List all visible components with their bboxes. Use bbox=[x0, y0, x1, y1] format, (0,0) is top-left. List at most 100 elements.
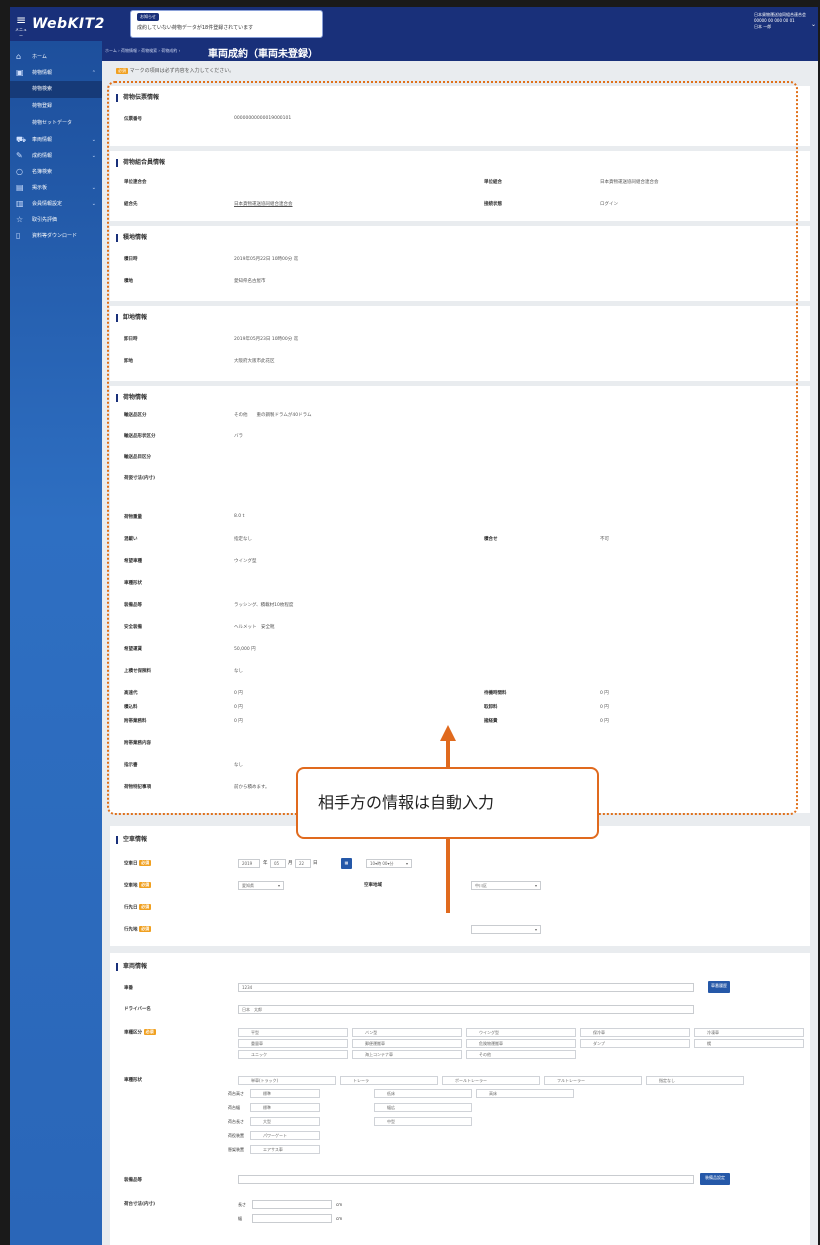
dest-area-select[interactable] bbox=[471, 925, 541, 934]
user-info[interactable]: 日本貨物運送協同組合連合会 00000 00 000 00 01 日本 一郎 bbox=[754, 12, 806, 30]
logo[interactable]: WebKIT2 bbox=[32, 16, 105, 32]
sub-label: 荷台幅 bbox=[228, 1105, 240, 1110]
field-label: 取卸料 bbox=[484, 705, 498, 710]
field-label: 混載い bbox=[124, 537, 138, 542]
sub-option[interactable]: 低床 bbox=[374, 1089, 472, 1098]
width-input[interactable] bbox=[252, 1214, 332, 1223]
dest-place-row: 行先地 必須 bbox=[124, 926, 800, 940]
day-input[interactable]: 22 bbox=[295, 859, 311, 868]
field-value: 指定なし bbox=[234, 537, 252, 542]
dims-row: 荷台寸法(内寸) bbox=[124, 1201, 800, 1215]
vehicle-type-option[interactable]: 幌 bbox=[694, 1039, 804, 1048]
sidebar-item-settings[interactable]: ▥ 会員情報設定 ⌄ bbox=[10, 196, 102, 212]
sub-option[interactable]: 幅広 bbox=[374, 1103, 472, 1112]
year-input[interactable]: 2019 bbox=[238, 859, 260, 868]
required-note: 必須 マークの項目は必ず内容を入力してください。 bbox=[116, 67, 234, 74]
sidebar-item-contract[interactable]: ✎ 成約情報 ⌄ bbox=[10, 148, 102, 164]
vehicle-type-option[interactable]: 平型 bbox=[238, 1028, 348, 1037]
area-select[interactable]: 中川区 bbox=[471, 881, 541, 890]
chevron-down-icon[interactable]: ⌄ bbox=[811, 21, 816, 28]
sidebar-item-home[interactable]: ⌂ ホーム bbox=[10, 49, 102, 65]
equipment-input[interactable] bbox=[238, 1175, 694, 1184]
length-input[interactable] bbox=[252, 1200, 332, 1209]
handshake-icon: ✎ bbox=[16, 151, 23, 160]
vehicle-shape-option[interactable]: 単車(トラック) bbox=[238, 1076, 336, 1085]
chevron-up-icon: ⌃ bbox=[91, 70, 96, 76]
download-icon: ▯ bbox=[16, 231, 21, 240]
hamburger-icon: ≡ bbox=[15, 13, 27, 27]
vehicle-type-option[interactable]: 保冷車 bbox=[580, 1028, 690, 1037]
field-label: 積地 bbox=[124, 279, 133, 284]
field-value: 前から積めます。 bbox=[234, 785, 270, 790]
field-label: 車種形状 bbox=[124, 581, 142, 586]
sidebar-item-cargo-set[interactable]: 荷物セットデータ bbox=[10, 115, 102, 132]
breadcrumb[interactable]: ホーム › 荷物情報 › 荷物検索 › 荷物成約 › bbox=[105, 48, 180, 54]
vehicle-type-option[interactable]: ダンプ bbox=[580, 1039, 690, 1048]
notice-text[interactable]: 成約していない荷物データが18件登録されています bbox=[137, 24, 253, 31]
field-value: なし bbox=[234, 763, 243, 768]
union-row: 単位連合会 単位組合 日本貨物運送協同組合連合会 bbox=[124, 179, 800, 193]
vehicle-type-option[interactable]: ウイング型 bbox=[466, 1028, 576, 1037]
field-value: 0 円 bbox=[600, 719, 609, 724]
vehicle-type-option[interactable]: 危険物運搬車 bbox=[466, 1039, 576, 1048]
sidebar-item-label: 車両情報 bbox=[32, 137, 53, 143]
vehicle-number-input[interactable]: 1234 bbox=[238, 983, 694, 992]
driver-name-input[interactable]: 日本 太郎 bbox=[238, 1005, 694, 1014]
sidebar-item-board[interactable]: ▤ 掲示板 ⌄ bbox=[10, 180, 102, 196]
notice-box[interactable]: お知らせ 成約していない荷物データが18件登録されています bbox=[130, 10, 323, 38]
sidebar-item-download[interactable]: ▯ 資料等ダウンロード bbox=[10, 228, 102, 244]
sub-option[interactable]: エアサス車 bbox=[250, 1145, 320, 1154]
partner-link[interactable]: 日本貨物運送協同組合連合会 bbox=[234, 201, 293, 207]
calendar-icon[interactable]: ▦ bbox=[341, 858, 352, 869]
dest-place-label: 行先地 bbox=[124, 927, 138, 933]
sidebar-item-label: 成約情報 bbox=[32, 153, 53, 159]
month-input[interactable]: 05 bbox=[270, 859, 286, 868]
sub-option[interactable]: 高床 bbox=[476, 1089, 574, 1098]
vehicle-history-button[interactable]: 車番履歴 bbox=[708, 981, 730, 993]
sidebar-item-rating[interactable]: ☆ 取引先評価 bbox=[10, 212, 102, 228]
menu-button[interactable]: ≡ メニュー bbox=[14, 13, 28, 38]
field-label: ドライバー名 bbox=[124, 1007, 151, 1012]
vehicle-type-option[interactable]: バン型 bbox=[352, 1028, 462, 1037]
notice-tag: お知らせ bbox=[137, 13, 159, 21]
cargo-row: 車種形状 bbox=[124, 580, 800, 594]
field-value: 日本貨物運送協同組合連合会 bbox=[600, 180, 659, 185]
sub-option[interactable]: 中型 bbox=[374, 1117, 472, 1126]
vehicle-shape-option[interactable]: 指定なし bbox=[646, 1076, 744, 1085]
required-badge: 必須 bbox=[139, 926, 152, 932]
time-select[interactable]: 10▾時 00▾分 bbox=[366, 859, 412, 868]
sidebar-item-cargo-search[interactable]: 荷物検索 bbox=[10, 81, 102, 98]
equipment-settings-button[interactable]: 装備品設定 bbox=[700, 1173, 730, 1185]
menu-label: メニュー bbox=[15, 27, 27, 38]
callout-box: 相手方の情報は自動入力 bbox=[296, 767, 599, 839]
field-label: 空車地域 bbox=[364, 883, 382, 888]
home-icon: ⌂ bbox=[16, 52, 22, 61]
sub-option[interactable]: 大型 bbox=[250, 1117, 320, 1126]
vehicle-type-option[interactable]: 重量車 bbox=[238, 1039, 348, 1048]
vehicle-type-option[interactable]: その他 bbox=[466, 1050, 576, 1059]
vehicle-type-option[interactable]: 海上コンテナ車 bbox=[352, 1050, 462, 1059]
field-label: 空車日 必須 bbox=[124, 860, 152, 867]
prefecture-select[interactable]: 愛知県 bbox=[238, 881, 284, 890]
union-row: 組合先 日本貨物運送協同組合連合会 接続状態 ログイン bbox=[124, 201, 800, 215]
sidebar-item-cargo-register[interactable]: 荷物登録 bbox=[10, 98, 102, 115]
sidebar-item-directory[interactable]: ○ 名簿検索 bbox=[10, 164, 102, 180]
vehicle-type-option[interactable]: 郵便運搬車 bbox=[352, 1039, 462, 1048]
truck-icon: ⛟ bbox=[16, 135, 27, 144]
vehicle-type-option[interactable]: 冷凍車 bbox=[694, 1028, 804, 1037]
sub-option[interactable]: 標準 bbox=[250, 1089, 320, 1098]
field-value: 愛知県名古屋市 bbox=[234, 279, 266, 284]
sub-option[interactable]: 標準 bbox=[250, 1103, 320, 1112]
field-value: 0 円 bbox=[600, 705, 609, 710]
vehicle-shape-option[interactable]: トレーラ bbox=[340, 1076, 438, 1085]
sidebar-item-vehicle[interactable]: ⛟ 車両情報 ⌄ bbox=[10, 132, 102, 148]
sub-option[interactable]: パワーゲート bbox=[250, 1131, 320, 1140]
vehicle-type-option[interactable]: ユニック bbox=[238, 1050, 348, 1059]
sidebar-item-cargo[interactable]: ▣ 荷物情報 ⌃ bbox=[10, 65, 102, 81]
cargo-row: 輸送品区分 その他 重の鋼製ドラムが40ドラム bbox=[124, 412, 800, 426]
field-label: 接続状態 bbox=[484, 202, 502, 207]
vehicle-shape-option[interactable]: フルトレーラー bbox=[544, 1076, 642, 1085]
required-note-text: マークの項目は必ず内容を入力してください。 bbox=[129, 68, 235, 74]
field-label: 車種形状 bbox=[124, 1078, 142, 1083]
vehicle-shape-option[interactable]: ポールトレーラー bbox=[442, 1076, 540, 1085]
